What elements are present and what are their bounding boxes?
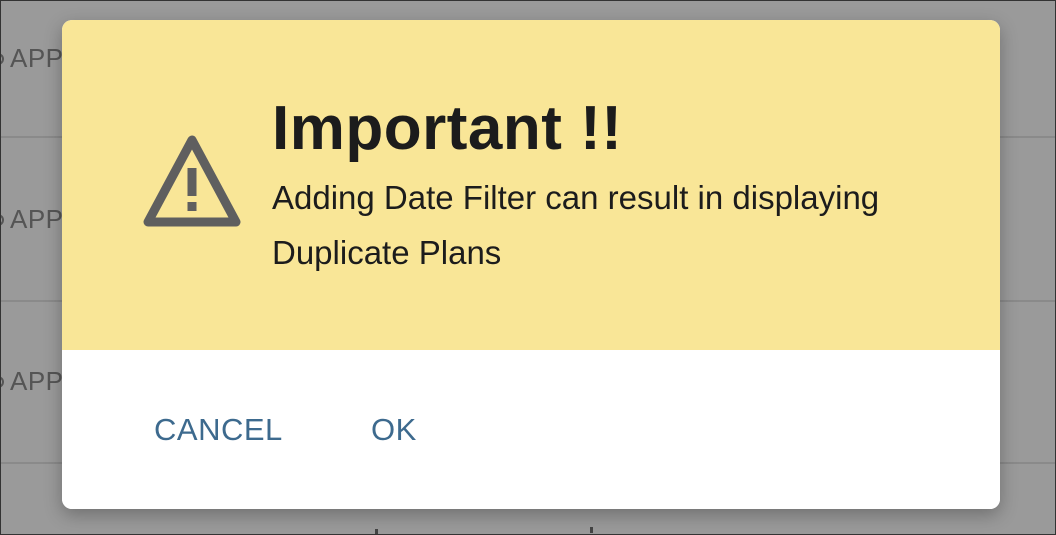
row-label: APP (10, 43, 64, 73)
cancel-button[interactable]: CANCEL (154, 410, 283, 450)
partial-text-mark (590, 527, 593, 533)
row-label: APP (10, 204, 64, 234)
dialog-message: Adding Date Filter can result in display… (272, 179, 880, 271)
row-marker-icon (0, 53, 4, 65)
dialog-footer: CANCEL OK (62, 350, 1000, 509)
dialog-header: Important !! Adding Date Filter can resu… (62, 20, 1000, 350)
alert-dialog: Important !! Adding Date Filter can resu… (62, 20, 1000, 509)
row-marker-icon (0, 214, 4, 226)
row-marker-icon (0, 376, 4, 388)
row-label: APP (10, 366, 64, 396)
warning-triangle-icon (142, 134, 242, 230)
partial-text-mark (375, 529, 378, 535)
ok-button[interactable]: OK (371, 410, 417, 450)
dialog-title: Important !! (272, 94, 623, 163)
